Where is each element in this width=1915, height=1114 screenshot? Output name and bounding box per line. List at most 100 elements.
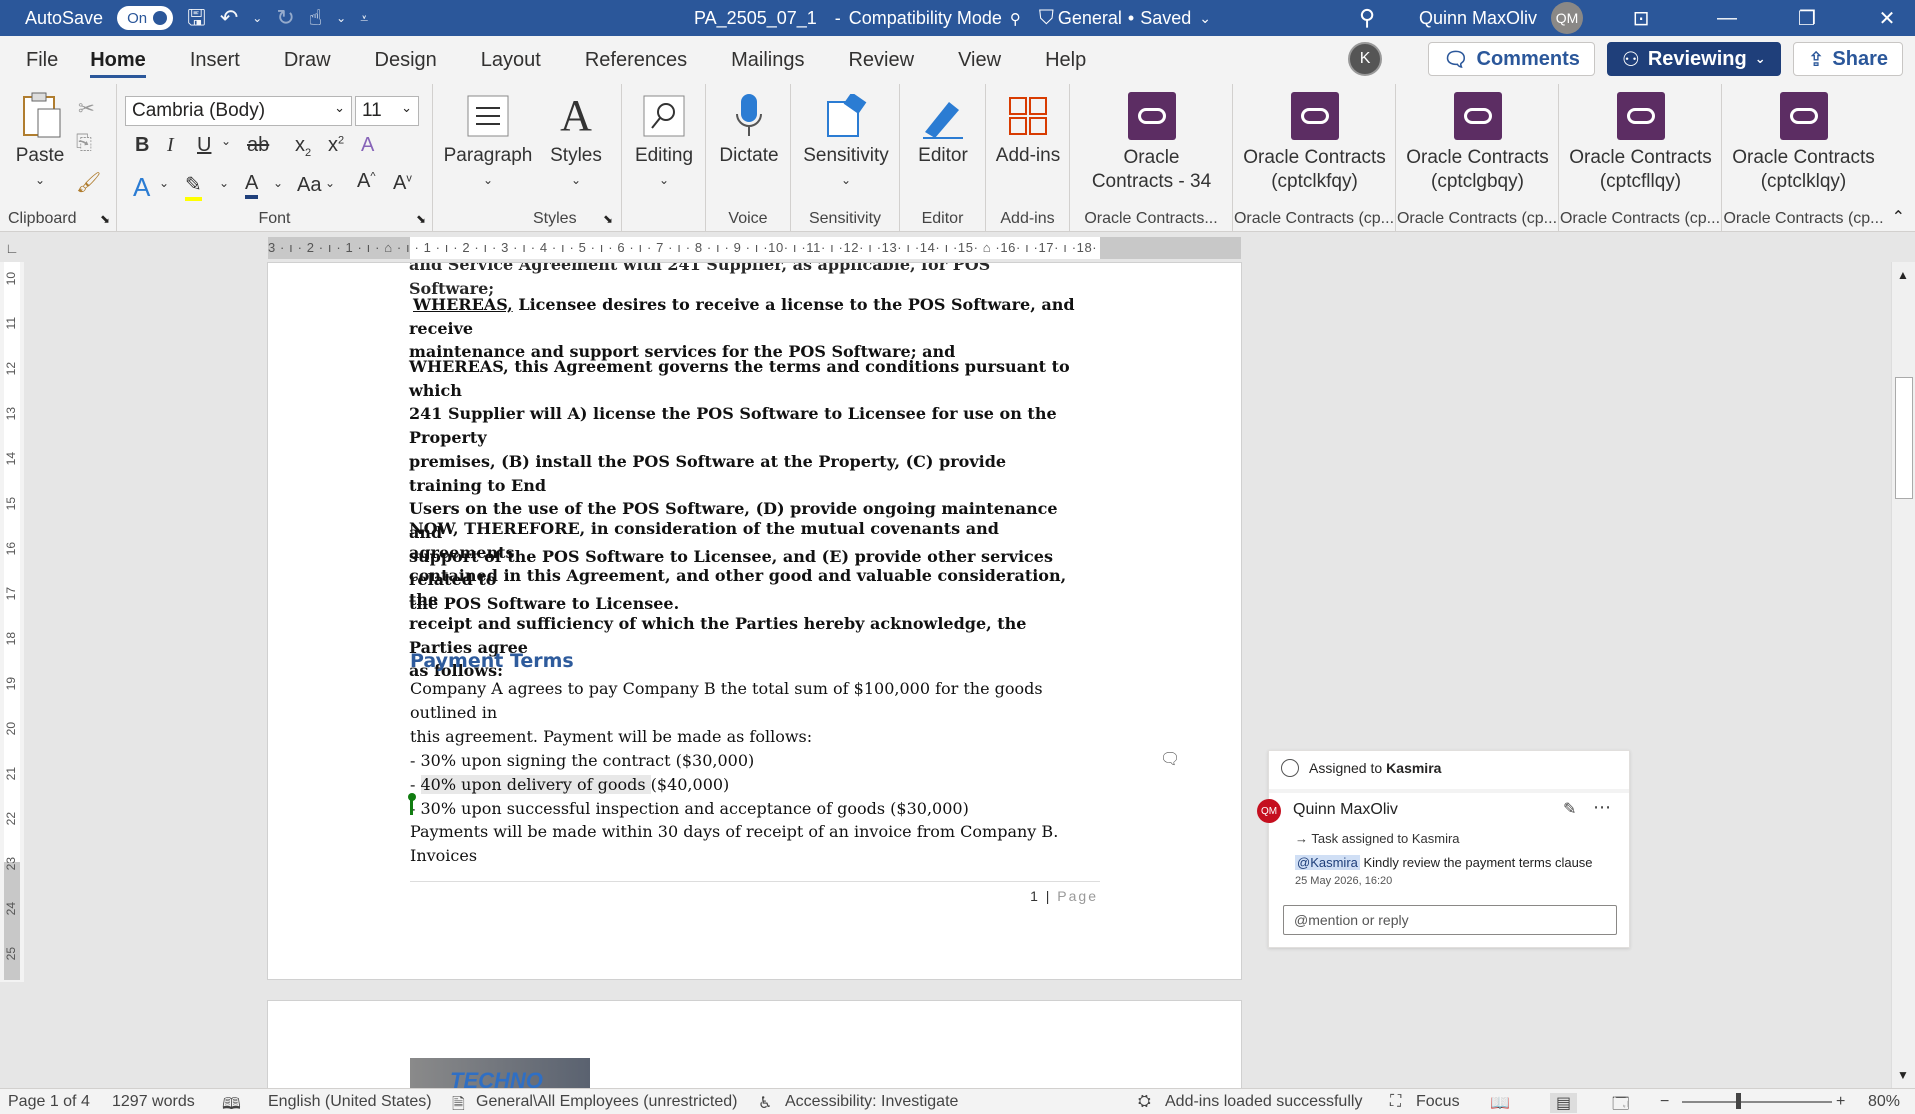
dialog-launcher-icon[interactable]: ⬊ xyxy=(100,212,110,226)
accessibility-status[interactable]: Accessibility: Investigate xyxy=(785,1093,958,1111)
paste-button[interactable]: Paste ⌄ xyxy=(10,92,70,192)
chevron-down-icon[interactable]: ⌄ xyxy=(1199,10,1211,27)
user-avatar[interactable]: QM xyxy=(1551,2,1583,34)
scroll-up-icon[interactable]: ▲ xyxy=(1897,268,1909,282)
oracle-contracts-button-2[interactable]: Oracle Contracts (cptclkfqy) xyxy=(1233,92,1396,194)
chevron-down-icon[interactable]: ⌄ xyxy=(221,134,231,148)
tab-layout[interactable]: Layout xyxy=(453,36,557,84)
ribbon-display-icon[interactable]: ⊡ xyxy=(1613,6,1669,31)
vertical-ruler[interactable]: 10 11 12 13 14 15 16 17 18 19 20 21 22 2… xyxy=(0,262,24,982)
highlight-icon[interactable]: ✎ xyxy=(185,172,202,201)
underline-icon[interactable]: U xyxy=(197,134,211,157)
styles-button[interactable]: A Styles ⌄ xyxy=(543,92,609,192)
web-layout-icon[interactable]: 🗔 xyxy=(1612,1093,1629,1114)
chevron-down-icon[interactable]: ⌄ xyxy=(273,176,283,190)
vertical-scrollbar[interactable]: ▲ ▼ xyxy=(1891,262,1915,1088)
tab-file[interactable]: File xyxy=(10,36,74,84)
font-name-dropdown[interactable]: Cambria (Body) ⌄ xyxy=(125,96,352,126)
horizontal-ruler[interactable]: 3 · ı · 2 · ı · 1 · ı · ⌂ · ı · 1 · ı · … xyxy=(268,237,1241,259)
comment-anchor-icon[interactable]: 🗨 xyxy=(1160,749,1180,769)
close-icon[interactable]: ✕ xyxy=(1859,6,1915,31)
print-layout-icon[interactable]: ▤ xyxy=(1550,1093,1578,1113)
document-page[interactable]: and Service Agreement with 241 Supplier,… xyxy=(267,262,1242,980)
task-complete-checkbox[interactable] xyxy=(1281,759,1299,777)
comment-card[interactable]: Assigned to Kasmira QM Quinn MaxOliv ✎ ⋯… xyxy=(1257,750,1630,948)
search-icon[interactable]: ⚲ xyxy=(1359,5,1375,31)
commented-text[interactable]: 40% upon delivery of goods xyxy=(420,775,651,794)
font-size-dropdown[interactable]: 11 ⌄ xyxy=(355,96,419,126)
zoom-slider[interactable] xyxy=(1682,1101,1832,1103)
chevron-down-icon[interactable]: ⌄ xyxy=(252,12,262,24)
edit-icon[interactable]: ✎ xyxy=(1563,799,1576,819)
paragraph-button[interactable]: Paragraph ⌄ xyxy=(443,92,533,192)
sensitivity-button[interactable]: Sensitivity ⌄ xyxy=(797,92,895,192)
word-count[interactable]: 1297 words xyxy=(112,1093,195,1111)
strikethrough-icon[interactable]: ab xyxy=(247,134,269,157)
more-options-icon[interactable]: ⋯ xyxy=(1593,797,1611,818)
chevron-down-icon[interactable]: ⌄ xyxy=(336,12,346,24)
dialog-launcher-icon[interactable]: ⬊ xyxy=(416,212,426,226)
oracle-contracts-button-1[interactable]: Oracle Contracts - 34 xyxy=(1070,92,1233,194)
grow-font-icon[interactable]: A^ xyxy=(357,170,376,193)
redo-icon[interactable]: ↻ xyxy=(276,7,294,29)
restore-icon[interactable]: ❐ xyxy=(1779,6,1835,31)
editor-button[interactable]: Editor xyxy=(908,92,978,168)
reply-input[interactable]: @mention or reply xyxy=(1283,905,1617,935)
customize-toolbar-icon[interactable]: ⩡ xyxy=(360,11,368,25)
user-name[interactable]: Quinn MaxOliv xyxy=(1419,8,1537,29)
zoom-slider-thumb[interactable] xyxy=(1736,1093,1741,1109)
tab-mailings[interactable]: Mailings xyxy=(703,36,820,84)
copy-icon[interactable]: ⎘ xyxy=(76,132,92,155)
bold-icon[interactable]: B xyxy=(135,134,149,157)
chevron-down-icon[interactable]: ⌄ xyxy=(159,176,169,190)
tab-insert[interactable]: Insert xyxy=(162,36,256,84)
editing-button[interactable]: Editing ⌄ xyxy=(630,92,698,192)
addins-button[interactable]: Add-ins xyxy=(994,92,1062,168)
change-case-icon[interactable]: Aa xyxy=(297,174,321,197)
tab-references[interactable]: References xyxy=(557,36,703,84)
subscript-icon[interactable]: x2 xyxy=(295,134,311,159)
text-effects-icon[interactable]: A xyxy=(133,172,150,203)
language[interactable]: English (United States) xyxy=(268,1093,432,1111)
tab-view[interactable]: View xyxy=(930,36,1017,84)
page-count[interactable]: Page 1 of 4 xyxy=(8,1093,90,1111)
zoom-out-icon[interactable]: − xyxy=(1660,1093,1669,1111)
tab-design[interactable]: Design xyxy=(347,36,453,84)
font-color-icon[interactable]: A xyxy=(245,172,259,199)
chevron-down-icon[interactable]: ⌄ xyxy=(219,176,229,190)
chevron-down-icon[interactable]: ⌄ xyxy=(325,176,335,190)
clear-formatting-icon[interactable]: A xyxy=(361,134,374,157)
undo-icon[interactable]: ↶ xyxy=(220,7,238,29)
autosave-toggle[interactable]: On xyxy=(117,6,174,30)
tab-help[interactable]: Help xyxy=(1017,36,1102,84)
format-painter-icon[interactable]: 🖌 xyxy=(76,170,101,195)
coauthor-avatar[interactable]: K xyxy=(1348,42,1383,76)
dictate-button[interactable]: Dictate xyxy=(714,92,784,168)
oracle-contracts-button-5[interactable]: Oracle Contracts (cptclklqy) xyxy=(1722,92,1885,194)
dialog-launcher-icon[interactable]: ⬊ xyxy=(603,212,613,226)
shrink-font-icon[interactable]: Av xyxy=(393,172,412,195)
tab-home[interactable]: Home xyxy=(74,36,162,84)
oracle-contracts-button-4[interactable]: Oracle Contracts (cptcfllqy) xyxy=(1559,92,1722,194)
tab-selector-icon[interactable]: ∟ xyxy=(0,240,24,260)
comments-button[interactable]: 🗨 Comments xyxy=(1428,42,1595,76)
tab-review[interactable]: Review xyxy=(820,36,930,84)
minimize-icon[interactable]: — xyxy=(1699,7,1755,30)
zoom-level[interactable]: 80% xyxy=(1868,1093,1900,1111)
focus-mode[interactable]: Focus xyxy=(1416,1093,1460,1111)
zoom-in-icon[interactable]: + xyxy=(1836,1093,1845,1111)
scroll-thumb[interactable] xyxy=(1895,377,1913,499)
superscript-icon[interactable]: x2 xyxy=(328,134,344,157)
share-button[interactable]: ⇪ Share xyxy=(1792,42,1903,76)
read-mode-icon[interactable]: 📖 xyxy=(1490,1093,1510,1113)
tab-draw[interactable]: Draw xyxy=(256,36,347,84)
cut-icon[interactable]: ✂ xyxy=(78,96,95,121)
touch-mode-icon[interactable]: ☝ xyxy=(309,7,322,29)
sensitivity-status[interactable]: General\All Employees (unrestricted) xyxy=(476,1093,737,1111)
addins-status[interactable]: Add-ins loaded successfully xyxy=(1165,1093,1362,1111)
scroll-down-icon[interactable]: ▼ xyxy=(1897,1068,1909,1082)
document-title-area[interactable]: PA_2505_07_1 - Compatibility Mode ⚲ ⛉ Ge… xyxy=(694,7,1211,30)
reviewing-button[interactable]: ⚇ Reviewing ⌄ xyxy=(1606,42,1781,76)
oracle-contracts-button-3[interactable]: Oracle Contracts (cptclgbqy) xyxy=(1396,92,1559,194)
proofing-icon[interactable]: 🕮 xyxy=(222,1093,241,1114)
